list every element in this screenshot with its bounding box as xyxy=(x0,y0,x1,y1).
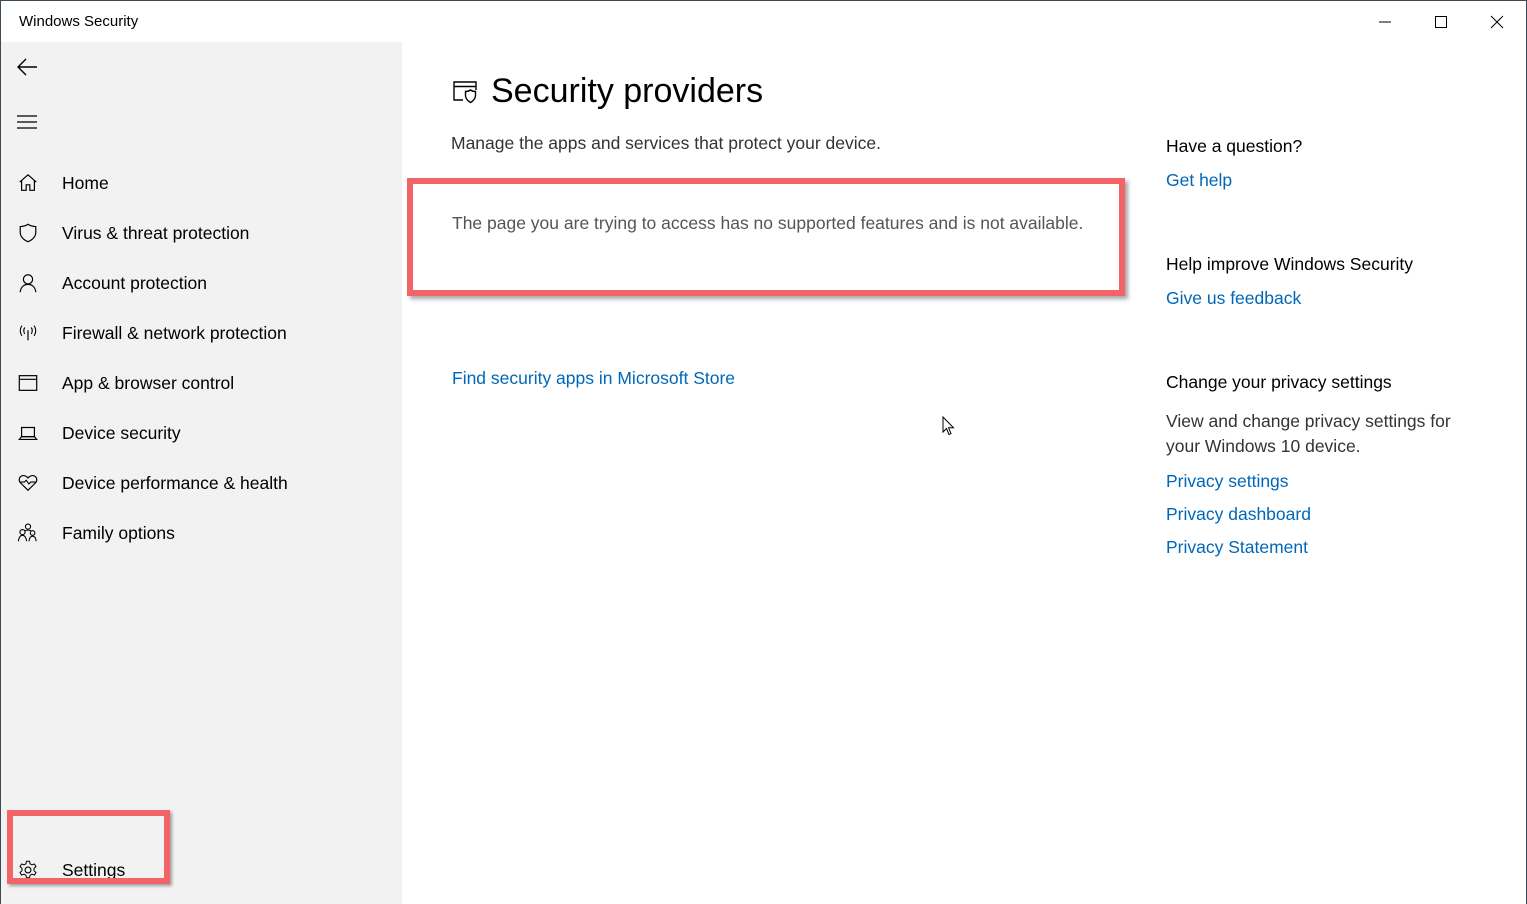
sidebar-item-label: Firewall & network protection xyxy=(62,322,287,343)
sidebar-item-label: Device security xyxy=(62,422,181,443)
help-improve-heading: Help improve Windows Security xyxy=(1166,254,1414,274)
antenna-icon xyxy=(16,321,40,345)
person-icon xyxy=(16,271,40,295)
hamburger-menu-button[interactable] xyxy=(7,102,47,142)
unavailable-message-highlight: The page you are trying to access has no… xyxy=(407,178,1125,296)
hamburger-menu-icon xyxy=(17,115,37,129)
security-providers-icon xyxy=(453,80,477,103)
sidebar-item-label: Settings xyxy=(62,859,126,880)
sidebar-item-account-protection[interactable]: Account protection xyxy=(1,258,402,308)
privacy-settings-heading: Change your privacy settings xyxy=(1166,372,1392,392)
sidebar-item-label: Account protection xyxy=(62,272,207,293)
give-feedback-link[interactable]: Give us feedback xyxy=(1166,288,1301,309)
privacy-settings-link[interactable]: Privacy settings xyxy=(1166,471,1289,492)
home-icon xyxy=(16,171,40,195)
page-subtitle: Manage the apps and services that protec… xyxy=(451,133,881,153)
sidebar-item-app-browser-control[interactable]: App & browser control xyxy=(1,358,402,408)
back-arrow-icon xyxy=(17,58,37,76)
maximize-icon xyxy=(1435,15,1447,28)
sidebar-item-label: Family options xyxy=(62,522,175,543)
sidebar-item-label: App & browser control xyxy=(62,372,235,393)
sidebar-item-virus-threat-protection[interactable]: Virus & threat protection xyxy=(1,208,402,258)
sidebar-item-firewall-network-protection[interactable]: Firewall & network protection xyxy=(1,308,402,358)
page-header: Security providers xyxy=(451,72,763,111)
laptop-icon xyxy=(16,421,40,445)
family-icon xyxy=(16,521,40,545)
window-title: Windows Security xyxy=(19,13,139,30)
privacy-dashboard-link[interactable]: Privacy dashboard xyxy=(1166,504,1311,525)
sidebar-item-label: Device performance & health xyxy=(62,472,288,493)
page-title: Security providers xyxy=(491,72,764,110)
windows-security-window: Windows Security Home Virus & threat pro… xyxy=(0,0,1527,904)
sidebar-item-home[interactable]: Home xyxy=(1,158,402,208)
find-security-apps-link[interactable]: Find security apps in Microsoft Store xyxy=(452,368,735,389)
heart-pulse-icon xyxy=(16,471,40,495)
title-bar: Windows Security xyxy=(1,1,1526,42)
sidebar-item-device-security[interactable]: Device security xyxy=(1,408,402,458)
close-icon xyxy=(1490,15,1504,28)
sidebar: Home Virus & threat protection Account p… xyxy=(1,42,402,904)
sidebar-item-label: Virus & threat protection xyxy=(62,222,250,243)
privacy-statement-link[interactable]: Privacy Statement xyxy=(1166,537,1308,558)
maximize-button[interactable] xyxy=(1413,1,1469,42)
shield-icon xyxy=(16,221,40,245)
main-content: Security providers Manage the apps and s… xyxy=(402,42,1526,904)
get-help-link[interactable]: Get help xyxy=(1166,170,1232,191)
sidebar-item-label: Home xyxy=(62,172,109,193)
sidebar-item-device-performance-health[interactable]: Device performance & health xyxy=(1,458,402,508)
minimize-button[interactable] xyxy=(1357,1,1413,42)
have-a-question-heading: Have a question? xyxy=(1166,136,1303,156)
close-button[interactable] xyxy=(1469,1,1525,42)
back-button[interactable] xyxy=(7,47,47,87)
unavailable-message: The page you are trying to access has no… xyxy=(452,213,1084,233)
sidebar-item-settings[interactable]: Settings xyxy=(1,845,402,895)
gear-icon xyxy=(16,858,40,882)
sidebar-item-family-options[interactable]: Family options xyxy=(1,508,402,558)
privacy-description: View and change privacy settings for you… xyxy=(1166,411,1451,456)
mouse-cursor-icon xyxy=(942,416,955,436)
minimize-icon xyxy=(1379,21,1391,22)
browser-window-icon xyxy=(16,371,40,395)
